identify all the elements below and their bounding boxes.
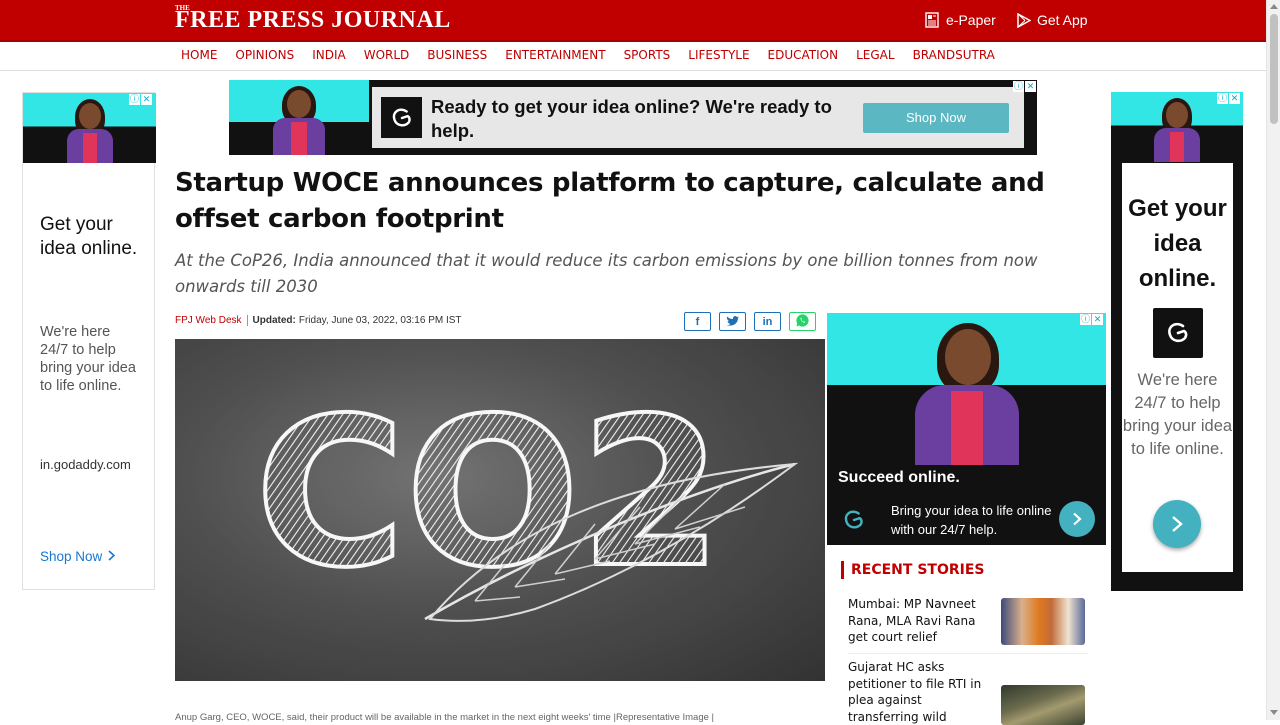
logo-small-text: THE	[175, 4, 190, 12]
facebook-icon: f	[695, 315, 700, 328]
share-linkedin-button[interactable]: in	[754, 312, 781, 331]
godaddy-logo-icon	[381, 97, 422, 138]
scrollbar-thumb[interactable]	[1270, 14, 1278, 124]
get-app-label: Get App	[1037, 12, 1088, 28]
ad-info-icon[interactable]: ⓘ	[1217, 93, 1228, 104]
epaper-label: e-Paper	[946, 12, 996, 28]
ad-choices[interactable]: ⓘ ✕	[1013, 81, 1036, 92]
nav-item-business[interactable]: BUSINESS	[427, 48, 487, 62]
recent-story-title[interactable]: Gujarat HC asks petitioner to file RTI i…	[848, 659, 996, 725]
left-ad-domain: in.godaddy.com	[40, 457, 131, 472]
share-facebook-button[interactable]: f	[684, 312, 711, 331]
ad-close-icon[interactable]: ✕	[141, 94, 152, 105]
get-app-link[interactable]: Get App	[1017, 12, 1088, 28]
share-whatsapp-button[interactable]	[789, 312, 816, 331]
scroll-down-arrow-icon[interactable]	[1270, 710, 1278, 715]
updated-date: Friday, June 03, 2022, 03:16 PM IST	[298, 315, 462, 326]
newspaper-icon	[924, 12, 940, 28]
godaddy-logo-icon	[1153, 308, 1203, 358]
nav-item-legal[interactable]: LEGAL	[856, 48, 894, 62]
recent-stories-heading: RECENT STORIES	[841, 561, 985, 579]
ad-close-icon[interactable]: ✕	[1092, 314, 1103, 325]
divider	[848, 653, 1088, 654]
right-ad-card: Get your idea online. We're here 24/7 to…	[1122, 163, 1233, 572]
page-scrollbar[interactable]	[1266, 0, 1280, 720]
article-subheadline: At the CoP26, India announced that it wo…	[175, 251, 1038, 296]
nav-item-lifestyle[interactable]: LIFESTYLE	[688, 48, 749, 62]
main-nav: HOME OPINIONS INDIA WORLD BUSINESS ENTER…	[0, 42, 1266, 71]
godaddy-logo-icon	[840, 506, 868, 539]
logo-text: FREE PRESS JOURNAL	[175, 7, 451, 33]
ad-close-icon[interactable]: ✕	[1229, 93, 1240, 104]
nav-item-home[interactable]: HOME	[181, 48, 217, 62]
epaper-link[interactable]: e-Paper	[924, 12, 996, 28]
left-ad-headline: Get your idea online.	[40, 214, 138, 259]
banner-ad-message: Ready to get your idea online? We're rea…	[431, 96, 832, 141]
ad-choices[interactable]: ⓘ ✕	[1080, 314, 1103, 325]
article-byline: FPJ Web Desk Updated: Friday, June 03, 2…	[175, 315, 462, 326]
nav-item-sports[interactable]: SPORTS	[624, 48, 671, 62]
nav-item-world[interactable]: WORLD	[364, 48, 410, 62]
site-logo[interactable]: THE FREE PRESS JOURNAL	[175, 4, 451, 34]
banner-ad-shop-button[interactable]: Shop Now	[863, 103, 1009, 133]
co2-chalk-text: CO2	[255, 375, 722, 613]
article-hero-image: CO2	[175, 339, 825, 681]
whatsapp-icon	[795, 313, 810, 331]
twitter-icon	[726, 315, 740, 329]
ad-info-icon[interactable]: ⓘ	[129, 94, 140, 105]
chevron-right-icon	[108, 549, 116, 564]
nav-item-brandsutra[interactable]: BRANDSUTRA	[913, 48, 995, 62]
banner-ad[interactable]: Ready to get your idea online? We're rea…	[229, 80, 1037, 155]
recent-story-thumbnail[interactable]	[1001, 685, 1085, 725]
nav-item-entertainment[interactable]: ENTERTAINMENT	[505, 48, 605, 62]
linkedin-icon: in	[762, 315, 773, 328]
share-twitter-button[interactable]	[719, 312, 746, 331]
hero-caption: Anup Garg, CEO, WOCE, said, their produc…	[175, 712, 714, 723]
left-ad-body: We're here 24/7 to help bring your idea …	[40, 324, 136, 394]
right-ad-next-button[interactable]	[1153, 500, 1201, 548]
chevron-right-icon	[1073, 512, 1082, 526]
left-ad[interactable]: ⓘ ✕ Get your idea online. We're here 24/…	[22, 92, 156, 590]
sidebar-ad[interactable]: ⓘ ✕ Succeed online. Bring your idea to l…	[827, 313, 1106, 545]
left-ad-shop-button[interactable]: Shop Now	[40, 549, 116, 564]
recent-story-thumbnail[interactable]	[1001, 598, 1085, 645]
updated-label: Updated:	[252, 315, 296, 326]
ad-close-icon[interactable]: ✕	[1025, 81, 1036, 92]
ad-choices[interactable]: ⓘ ✕	[1217, 93, 1240, 104]
play-store-icon	[1017, 12, 1031, 28]
article-headline: Startup WOCE announces platform to captu…	[175, 168, 1045, 234]
chevron-right-icon	[1172, 516, 1183, 532]
recent-story-title[interactable]: Mumbai: MP Navneet Rana, MLA Ravi Rana g…	[848, 596, 996, 646]
right-ad[interactable]: ⓘ ✕ Get your idea online. We're here 24/…	[1111, 92, 1243, 591]
right-ad-body: We're here 24/7 to help bring your idea …	[1122, 371, 1233, 458]
sidebar-ad-title: Succeed online.	[838, 469, 960, 486]
right-ad-headline: Get your idea online.	[1128, 195, 1227, 292]
ad-info-icon[interactable]: ⓘ	[1080, 314, 1091, 325]
author-link[interactable]: FPJ Web Desk	[175, 315, 248, 326]
left-ad-shop-label: Shop Now	[40, 549, 103, 564]
banner-ad-card: Ready to get your idea online? We're rea…	[372, 87, 1024, 148]
ad-info-icon[interactable]: ⓘ	[1013, 81, 1024, 92]
nav-item-india[interactable]: INDIA	[312, 48, 346, 62]
nav-item-education[interactable]: EDUCATION	[768, 48, 839, 62]
nav-item-opinions[interactable]: OPINIONS	[235, 48, 294, 62]
top-bar: THE FREE PRESS JOURNAL e-Paper Get App	[0, 0, 1266, 42]
sidebar-ad-body: Bring your idea to life online with our …	[891, 503, 1052, 537]
sidebar-ad-next-button[interactable]	[1059, 501, 1095, 537]
ad-choices[interactable]: ⓘ ✕	[129, 94, 152, 105]
scroll-up-arrow-icon[interactable]	[1270, 4, 1278, 9]
